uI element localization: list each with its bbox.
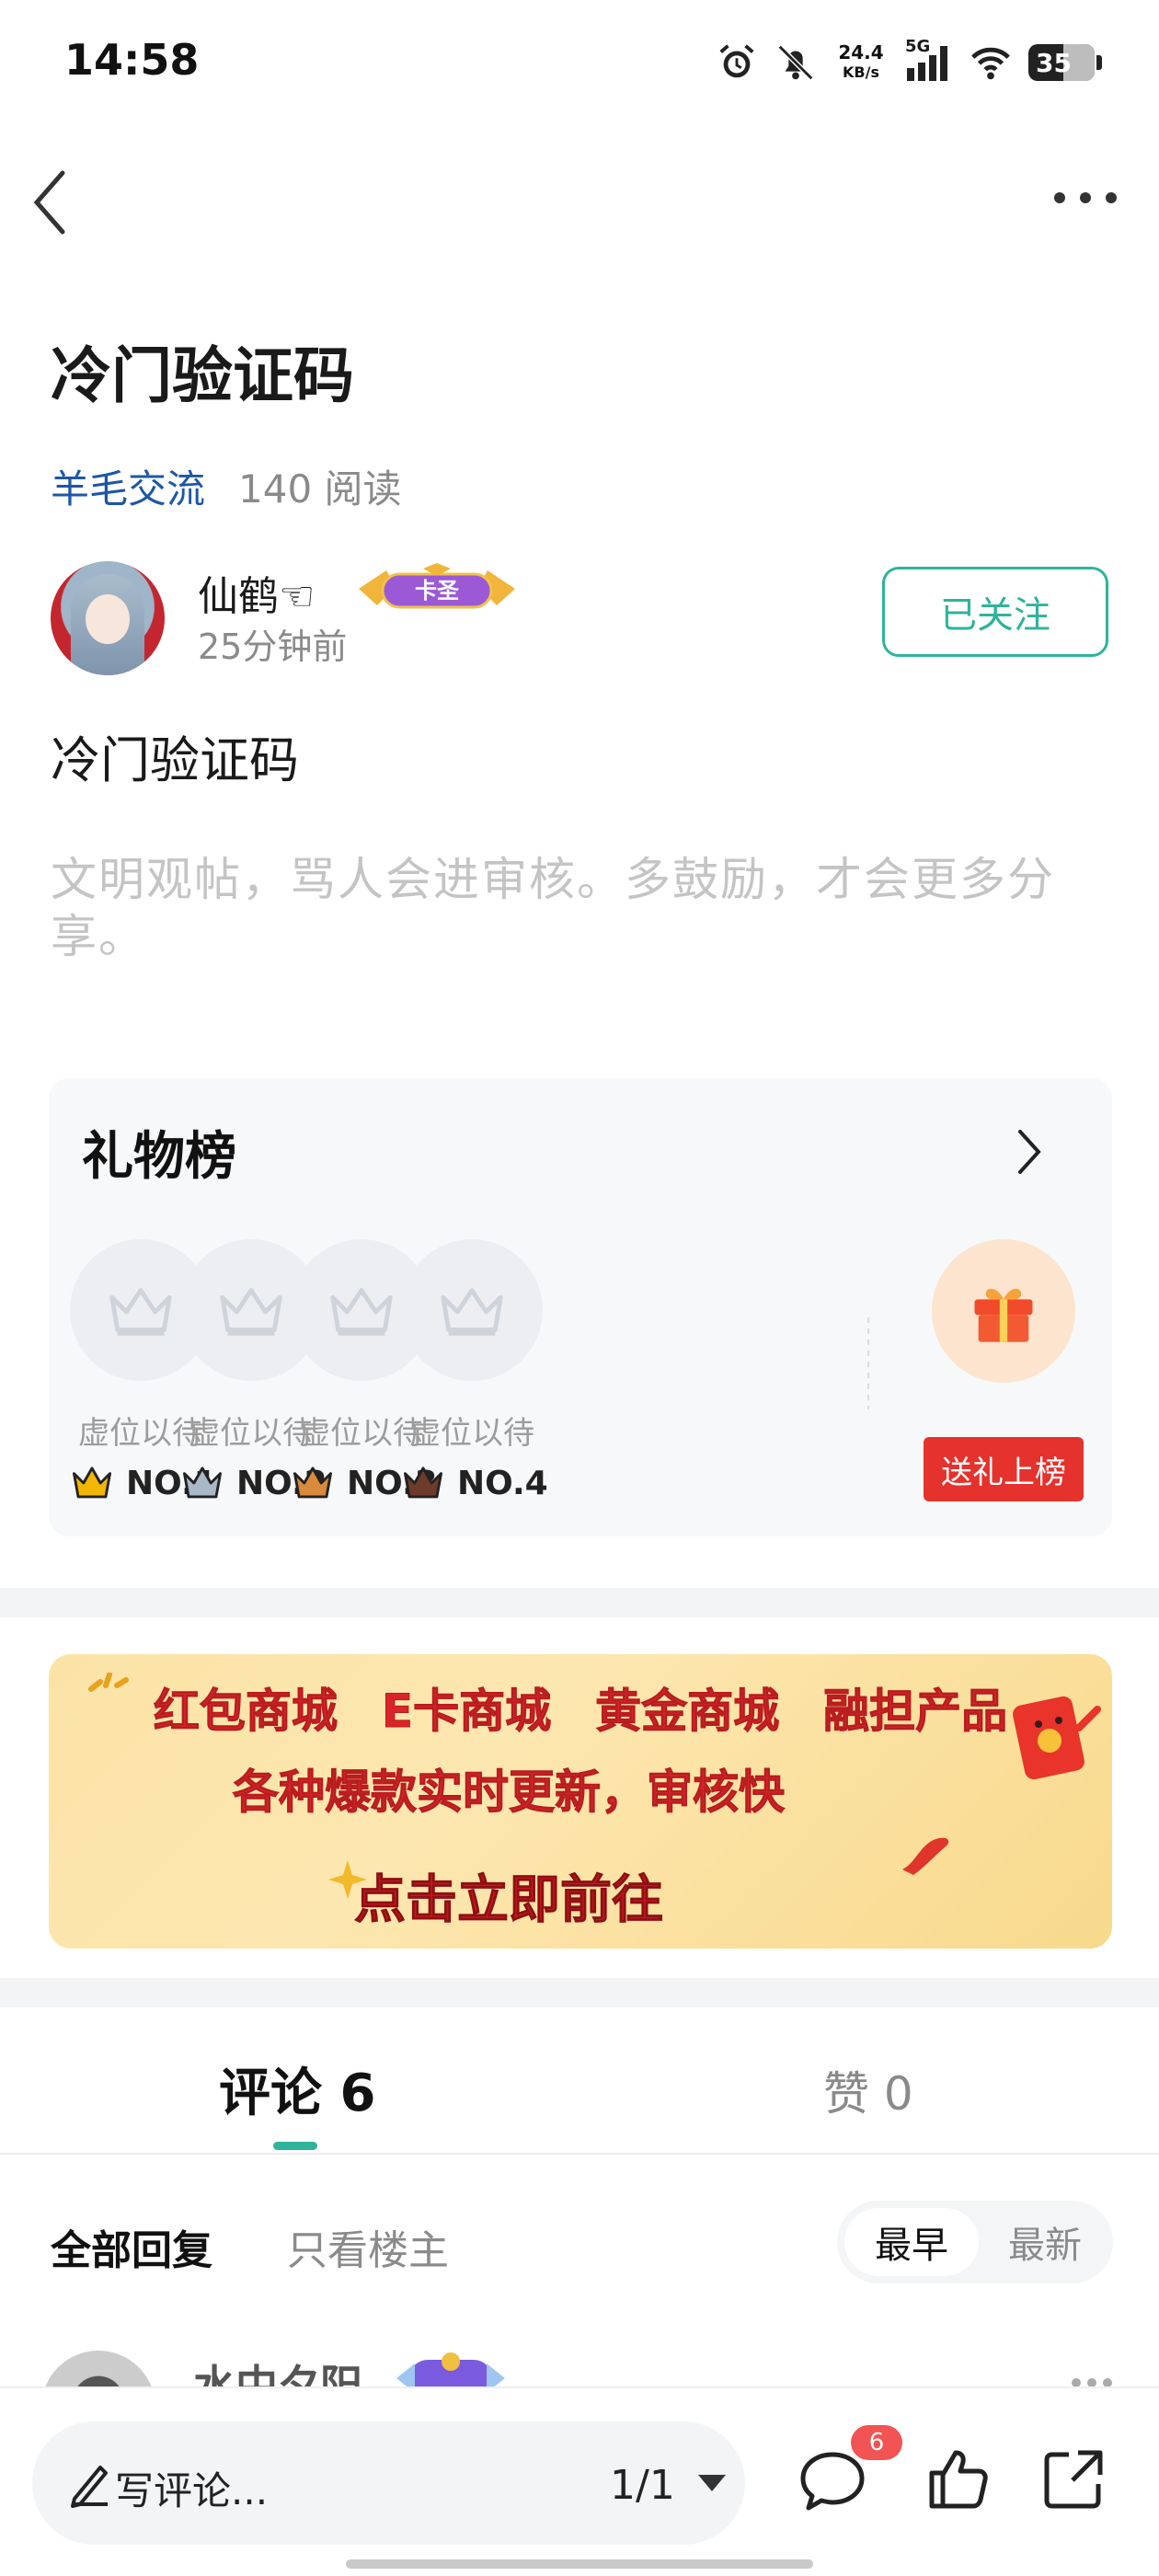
banner-category: 红包商城 [153,1685,338,1739]
slot-label: 虚位以待 [409,1415,534,1452]
sort-toggle: 最早 最新 [837,2201,1113,2283]
slot-rank: NO.4 [402,1455,558,1511]
author-badge-text: 卡圣 [415,578,460,604]
wifi-icon [971,47,1010,80]
rank-crown-icon [73,1466,111,1499]
crown-outline-icon [109,1288,172,1336]
write-comment-placeholder: 写评论... [115,2468,269,2513]
pencil-icon [71,2466,108,2508]
author-name[interactable]: 仙鹤☜ [198,563,315,622]
banner-subtitle: 各种爆款实时更新，审核快 [233,1765,786,1820]
rank-crown-icon [404,1466,442,1499]
banner-category: E卡商城 [381,1685,552,1739]
net-speed: 24.4 KB/s [833,42,889,83]
post-meta: 羊毛交流 140 阅读 [51,458,402,514]
crown-outline-icon [220,1288,282,1336]
banner-category: 黄金商城 [595,1685,780,1739]
status-bar: 14:58 24.4 KB/s 5G 35 [0,0,1159,129]
post-body: 冷门验证码 [51,731,299,789]
red-envelope-mascot-icon [1013,1696,1101,1780]
battery-level: 35 [1036,47,1072,78]
post-title: 冷门验证码 [51,340,354,411]
author-row: 仙鹤☜ 卡圣 25分钟前 已关注 [51,561,1108,681]
ribbon-icon [902,1837,949,1875]
civility-hint: 文明观帖，骂人会进审核。多鼓励，才会更多分享。 [51,853,1055,963]
active-tab-indicator [273,2142,317,2150]
banner-cta: 点击立即前往 [354,1870,664,1931]
crown-outline-icon [330,1288,393,1336]
gift-divider [867,1317,869,1409]
tab-comments[interactable]: 评论 6 [219,2052,375,2126]
chevron-right-icon[interactable] [1011,1126,1048,1178]
gift-box-icon [974,1288,1033,1342]
back-button[interactable] [28,166,74,239]
battery-icon: 35 [1028,44,1102,81]
gift-board-title: 礼物榜 [82,1127,236,1187]
signal-group: 5G [905,37,953,85]
crown-outline-icon [441,1288,503,1336]
send-gift-button[interactable]: 送礼上榜 [924,1437,1084,1501]
caret-down-icon[interactable] [696,2473,728,2493]
promo-banner[interactable]: 红包商城 E卡商城 黄金商城 融担产品 各种爆款实时更新，审核快 点击立即前往 [49,1654,1112,1949]
author-avatar[interactable] [51,561,165,675]
sort-latest-button[interactable]: 最新 [984,2208,1106,2276]
write-comment-input[interactable]: 写评论... 1/1 [32,2421,745,2545]
banner-category: 融担产品 [823,1685,1008,1739]
rank-crown-icon [183,1466,222,1499]
gift-slot[interactable]: 虚位以待 NO.4 [398,1239,548,1515]
section-separator [0,1978,1159,2007]
net-speed-unit: KB/s [843,63,879,81]
tab-divider [0,2153,1159,2155]
empty-slot-avatar [401,1239,543,1381]
author-level-badge: 卡圣 [359,563,515,609]
follow-button[interactable]: 已关注 [882,567,1108,657]
more-dots-icon[interactable] [1049,179,1122,216]
rank-crown-icon [293,1466,332,1499]
section-separator [0,1588,1159,1617]
thumbs-up-icon[interactable] [923,2442,996,2515]
status-icons: 24.4 KB/s 5G 35 [716,37,1102,88]
net-speed-value: 24.4 [838,41,884,63]
sort-earliest-button[interactable]: 最早 [844,2208,979,2276]
page-indicator[interactable]: 1/1 [610,2462,675,2509]
comment-count-badge: 6 [851,2425,902,2460]
signal-icon [907,46,947,81]
forum-link[interactable]: 羊毛交流 [51,458,205,514]
filter-all-replies[interactable]: 全部回复 [51,2217,212,2276]
alarm-icon [719,44,754,78]
share-icon[interactable] [1038,2442,1111,2515]
tab-likes[interactable]: 赞 0 [823,2057,913,2123]
gift-button[interactable] [932,1239,1075,1383]
filter-op-only[interactable]: 只看楼主 [287,2217,449,2276]
home-indicator[interactable] [346,2559,813,2569]
slot-rank-text: NO.4 [457,1464,548,1502]
status-time: 14:58 [64,35,200,85]
read-count: 140 阅读 [238,466,402,512]
bottom-bar: 写评论... 1/1 6 [0,2386,1159,2576]
bell-off-icon [777,44,814,81]
banner-categories: 红包商城 E卡商城 黄金商城 融担产品 [49,1674,1112,1741]
gift-board: 礼物榜 虚位以待 NO.1 虚位以待 NO.2 虚位以待 NO.3 虚位以待 NO.4 送礼上… [49,1078,1112,1536]
post-time: 25分钟前 [198,627,348,667]
